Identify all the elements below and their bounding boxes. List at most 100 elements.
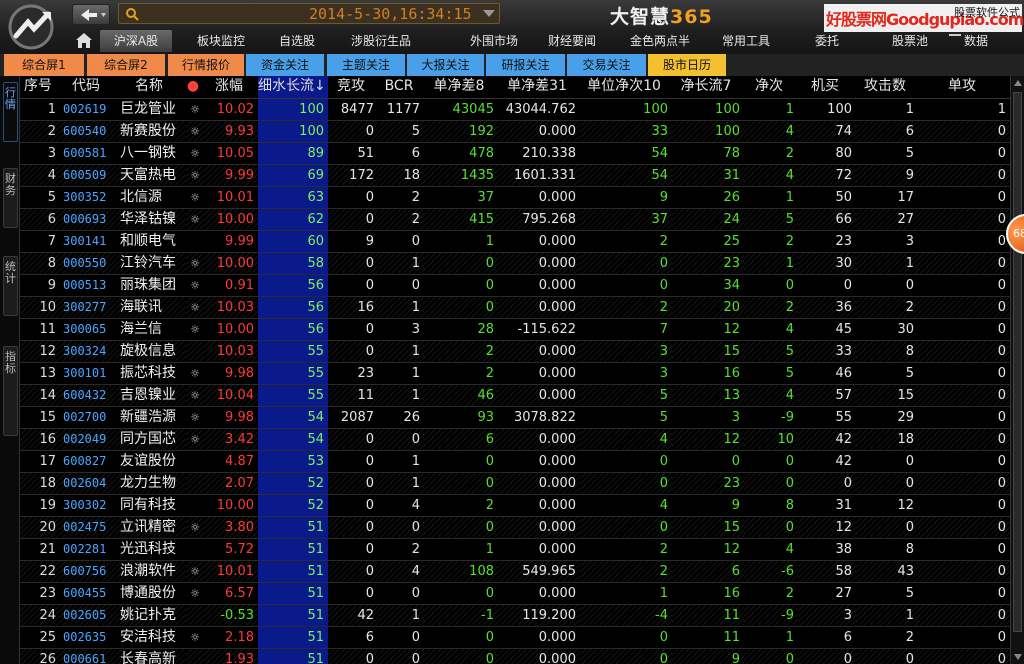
- cell-11: 23: [672, 252, 744, 275]
- tab-5[interactable]: 主题关注: [327, 54, 405, 76]
- scroll-thumb[interactable]: [1013, 92, 1022, 632]
- table-row[interactable]: 17 600827 友谊股份 4.87 53 0 1 0 0.000 0 0 0 42 0 0: [20, 450, 1010, 473]
- table-row[interactable]: 20 002475 立讯精密 ☼ 3.80 51 0 0 0 0.000 0 15 0 12 0 0: [20, 516, 1010, 539]
- cell-4: 10.05: [204, 142, 258, 165]
- table-row[interactable]: 15 002700 新疆浩源 ☼ 9.98 54 2087 26 93 3078.822 5 3 -9 5…: [20, 406, 1010, 429]
- tab-2[interactable]: 综合屏2: [87, 54, 165, 76]
- tab-7[interactable]: 研报关注: [486, 54, 565, 76]
- table-row[interactable]: 24 002605 姚记扑克 -0.53 51 42 1 -1 119.200 -4 11 -9 3 1 0: [20, 604, 1010, 627]
- table-row[interactable]: 10 300277 海联讯 ☼ 10.03 56 16 1 0 0.000 2 20 2 36 2 0: [20, 296, 1010, 319]
- app-logo-icon[interactable]: [4, 2, 62, 52]
- table-row[interactable]: 26 000661 长春高新 1.93 51 0 0 0 0.000 0 9 0 0 0 0: [20, 648, 1010, 664]
- column-header[interactable]: BCR: [378, 76, 424, 99]
- cell-11: 15: [672, 516, 744, 539]
- cell-3: ☼: [186, 626, 204, 649]
- column-header[interactable]: 攻击数: [856, 76, 918, 99]
- chevron-down-icon[interactable]: [483, 10, 495, 17]
- cell-15: 0: [918, 604, 1010, 627]
- tab-8[interactable]: 交易关注: [567, 54, 646, 76]
- table-row[interactable]: 18 002604 龙力生物 2.07 52 0 1 0 0.000 0 23 0 0 0 0: [20, 472, 1010, 495]
- table-row[interactable]: 16 002049 同方国芯 ☼ 3.42 54 0 0 6 0.000 4 12 10 42 18 0: [20, 428, 1010, 451]
- column-header[interactable]: 净次: [744, 76, 798, 99]
- scroll-up-icon[interactable]: [1014, 80, 1022, 86]
- cell-14: 1: [856, 98, 918, 121]
- menu-item-tools[interactable]: 常用工具: [712, 30, 780, 52]
- cell-12: 4: [744, 164, 798, 187]
- back-forward-button[interactable]: [72, 4, 110, 25]
- menu-item-data[interactable]: 数据: [952, 30, 1000, 52]
- column-header[interactable]: 单位净次10: [580, 76, 672, 99]
- menu-item-golden-hour[interactable]: 金色两点半: [620, 30, 700, 52]
- column-header[interactable]: 单净差31: [498, 76, 580, 99]
- column-header[interactable]: 名称: [116, 76, 186, 99]
- vertical-scrollbar[interactable]: [1010, 76, 1024, 664]
- column-header[interactable]: 细水长流↓: [258, 76, 328, 99]
- cell-3: ☼: [186, 186, 204, 209]
- table-row[interactable]: 9 000513 丽珠集团 ☼ 0.91 56 0 0 0 0.000 0 34 0 0 0 0: [20, 274, 1010, 297]
- side-tab-finance[interactable]: 财务: [3, 168, 18, 228]
- column-header[interactable]: 序号: [20, 76, 60, 99]
- table-row[interactable]: 5 300352 北信源 ☼ 10.01 63 0 2 37 0.000 9 26 1 50 17 0: [20, 186, 1010, 209]
- table-row[interactable]: 7 300141 和顺电气 9.99 60 9 0 1 0.000 2 25 2 23 3 0: [20, 230, 1010, 253]
- cell-12: 4: [744, 538, 798, 561]
- menu-item-news[interactable]: 财经要闻: [536, 30, 608, 52]
- cell-10: 2: [580, 296, 672, 319]
- tab-6[interactable]: 大报关注: [407, 54, 484, 76]
- cell-8: 415: [424, 208, 498, 231]
- table-row[interactable]: 3 600581 八一钢铁 ☼ 10.05 89 51 6 478 210.338 54 78 2 80 5…: [20, 142, 1010, 165]
- cell-4: 6.57: [204, 582, 258, 605]
- cell-14: 0: [856, 274, 918, 297]
- tab-4[interactable]: 资金关注: [246, 54, 324, 76]
- cell-4: 2.07: [204, 472, 258, 495]
- table-row[interactable]: 22 600756 浪潮软件 ☼ 10.01 51 0 4 108 549.965 2 6 -6 58 43…: [20, 560, 1010, 583]
- cell-6: 0: [328, 560, 378, 583]
- table-row[interactable]: 23 600455 博通股份 ☼ 6.57 51 0 0 0 0.000 1 16 2 27 5 0: [20, 582, 1010, 605]
- column-header[interactable]: 涨幅: [204, 76, 258, 99]
- table-row[interactable]: 13 300101 振芯科技 ☼ 9.98 55 23 1 2 0.000 3 16 5 46 5 0: [20, 362, 1010, 385]
- table-row[interactable]: 14 600432 吉恩镍业 ☼ 10.04 55 11 1 46 0.000 5 13 4 57 15 0: [20, 384, 1010, 407]
- column-header[interactable]: 竞攻: [328, 76, 378, 99]
- home-icon[interactable]: [74, 31, 94, 49]
- column-header[interactable]: ●: [186, 76, 204, 99]
- cell-2: 北信源: [116, 186, 186, 209]
- column-header[interactable]: 单净差8: [424, 76, 498, 99]
- cell-13: 57: [798, 384, 856, 407]
- table-row[interactable]: 2 600540 新赛股份 ☼ 9.93 100 0 5 192 0.000 33 100 4 74 6 0: [20, 120, 1010, 143]
- table-row[interactable]: 11 300065 海兰信 ☼ 10.00 56 0 3 28 -115.622 7 12 4 45 30 0: [20, 318, 1010, 341]
- cell-14: 12: [856, 494, 918, 517]
- column-header[interactable]: 代码: [60, 76, 116, 99]
- table-row[interactable]: 25 002635 安洁科技 ☼ 2.18 51 6 0 0 0.000 0 11 1 6 2 0: [20, 626, 1010, 649]
- tab-3[interactable]: 行情报价: [168, 54, 244, 76]
- search-box[interactable]: 2014-5-30,16:34:15: [118, 3, 500, 24]
- side-tab-stats[interactable]: 统计: [3, 256, 18, 316]
- table-row[interactable]: 8 000550 江铃汽车 ☼ 10.00 58 0 1 0 0.000 0 23 1 30 1 0: [20, 252, 1010, 275]
- table-row[interactable]: 6 000693 华泽钴镍 ☼ 10.00 62 0 2 415 795.268 37 24 5 66 27…: [20, 208, 1010, 231]
- table-row[interactable]: 4 600509 天富热电 ☼ 9.99 69 172 18 1435 1601.331 54 31 4…: [20, 164, 1010, 187]
- cell-5: 51: [258, 538, 328, 561]
- menu-item-stock-pool[interactable]: 股票池: [880, 30, 940, 52]
- side-tab-quotes[interactable]: 行情: [3, 82, 18, 142]
- table-row[interactable]: 12 300324 旋极信息 10.03 55 0 1 2 0.000 3 15 5 33 8 0: [20, 340, 1010, 363]
- table-row[interactable]: 21 002281 光迅科技 5.72 51 0 2 1 0.000 2 12 4 38 8 0: [20, 538, 1010, 561]
- tab-1[interactable]: 综合屏1: [4, 54, 84, 76]
- menu-item-derivatives[interactable]: 涉股衍生品: [336, 30, 426, 52]
- tab-9[interactable]: 股市日历: [648, 54, 726, 76]
- menu-item-trade[interactable]: 委托: [802, 30, 852, 52]
- datetime-display: 2014-5-30,16:34:15: [309, 5, 472, 23]
- menu-item-a-shares[interactable]: 沪深A股: [100, 30, 172, 52]
- search-icon[interactable]: [125, 7, 139, 21]
- column-header[interactable]: 机买: [798, 76, 856, 99]
- column-header[interactable]: 单攻: [918, 76, 1010, 99]
- cell-12: 2: [744, 142, 798, 165]
- column-header[interactable]: 净长流7: [672, 76, 744, 99]
- table-row[interactable]: 19 300302 同有科技 10.00 52 0 4 2 0.000 4 9 8 31 12 0: [20, 494, 1010, 517]
- cell-7: 3: [378, 318, 424, 341]
- table-row[interactable]: 1 002619 巨龙管业 ☼ 10.02 100 8477 1177 43045 43044.7…: [20, 98, 1010, 121]
- menu-item-overseas[interactable]: 外围市场: [456, 30, 532, 52]
- scroll-down-icon[interactable]: [1014, 654, 1022, 660]
- side-tab-indicators[interactable]: 指标: [3, 346, 18, 436]
- cell-1: 000661: [60, 648, 116, 664]
- menu-item-sector-monitor[interactable]: 板块监控: [184, 30, 258, 52]
- menu-item-watchlist[interactable]: 自选股: [268, 30, 326, 52]
- cell-10: 37: [580, 208, 672, 231]
